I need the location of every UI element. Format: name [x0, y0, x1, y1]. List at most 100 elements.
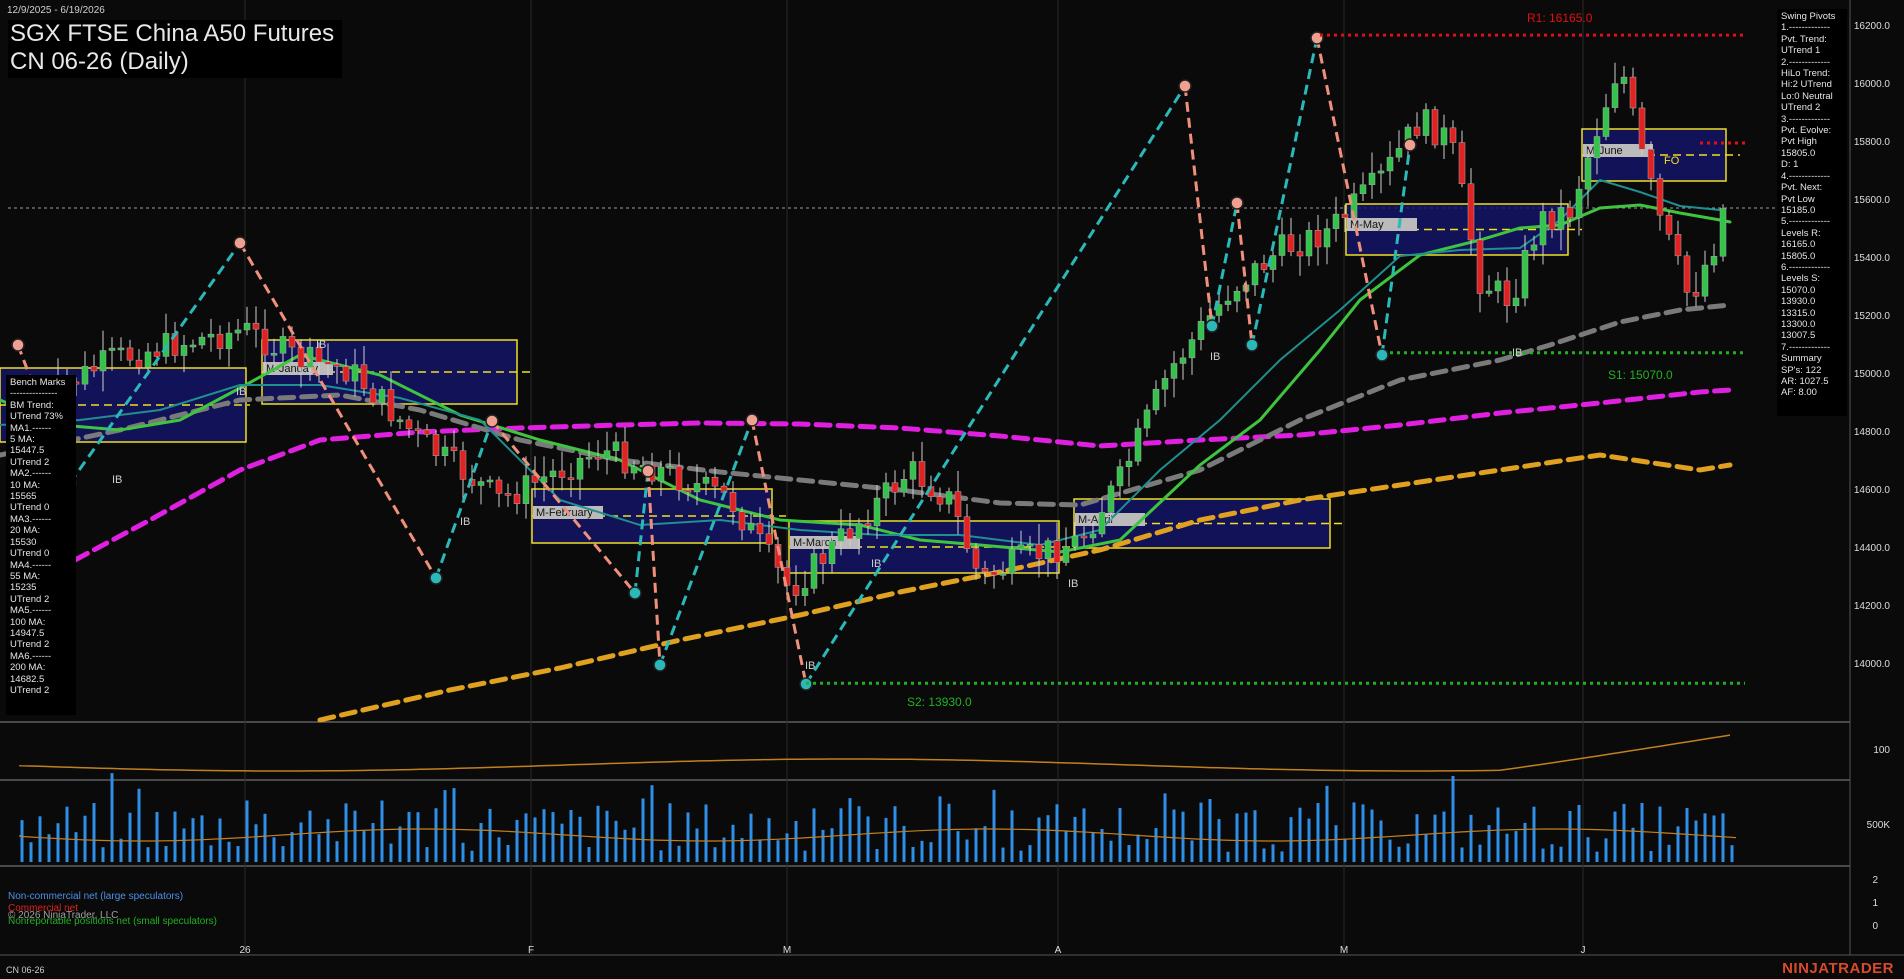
candle-body — [576, 457, 584, 480]
candle-body — [1098, 512, 1106, 535]
candle-body — [513, 493, 521, 504]
candle-body — [414, 428, 422, 431]
candle-body — [1386, 156, 1394, 172]
ib-label: IB — [1512, 347, 1522, 359]
date-range: 12/9/2025 - 6/19/2026 — [7, 5, 105, 16]
candle-body — [1368, 172, 1376, 185]
swing-pivot-line: Pvt High — [1781, 136, 1817, 148]
candle-body — [1134, 427, 1142, 462]
swing-pivot-line: Summary — [1781, 353, 1822, 365]
bench-mark-line: Bench Marks — [10, 377, 66, 388]
candle-body — [1152, 388, 1160, 411]
oscillator-line — [19, 734, 1731, 772]
bench-mark-line: UTrend 2 — [10, 593, 50, 605]
swing-leg — [68, 242, 242, 484]
swing-pivot-line: Hi:2 UTrend — [1781, 79, 1832, 91]
candle-body — [261, 328, 269, 356]
candle-body — [288, 336, 296, 348]
candle-body — [675, 466, 683, 491]
swing-leg — [238, 242, 438, 579]
candle-body — [360, 364, 368, 390]
candle-body — [1341, 213, 1349, 218]
bench-mark-line: 5 MA: — [10, 434, 35, 446]
ib-label: IB — [460, 516, 470, 528]
candle-body — [1251, 263, 1259, 286]
candle-body — [1026, 544, 1034, 547]
candle-body — [1395, 148, 1403, 158]
y-tick-label: 16000.0 — [1854, 79, 1891, 90]
candle-body — [873, 497, 881, 527]
candle-body — [891, 482, 899, 493]
candle-body — [711, 477, 719, 487]
candle-body — [1539, 211, 1547, 246]
price-chart[interactable]: 14000.0 14200.0 14400.0 14600.0 14800.0 15000… — [0, 0, 1904, 979]
candle-body — [1557, 207, 1565, 230]
bench-mark-line: 15447.5 — [10, 445, 45, 457]
x-tick-label: A — [1055, 945, 1062, 956]
candle-body — [855, 523, 863, 539]
swing-pivot-line: UTrend 2 — [1781, 102, 1821, 114]
candle-body — [1656, 178, 1664, 216]
bench-mark-line: UTrend 0 — [10, 502, 50, 514]
swing-pivot-line: 16165.0 — [1781, 239, 1816, 251]
candle-body — [1638, 107, 1646, 150]
fo-label: FO — [1664, 155, 1680, 167]
candle-body — [1143, 409, 1151, 429]
candle-body — [954, 491, 962, 517]
y-tick-label: 16200.0 — [1854, 21, 1891, 32]
candle-body — [387, 389, 395, 422]
candle-body — [729, 492, 737, 512]
bench-mark-line: 100 MA: — [10, 616, 46, 628]
candle-body — [1629, 76, 1637, 109]
candle-body — [630, 466, 638, 474]
candle-body — [1440, 127, 1448, 146]
swing-pivot-marker — [429, 571, 443, 585]
candle-body — [990, 571, 998, 576]
candle-body — [1683, 255, 1691, 293]
candle-body — [1719, 208, 1727, 257]
candle-body — [819, 553, 827, 564]
month-box-label: M-April — [1078, 514, 1113, 526]
candle-body — [1197, 321, 1205, 340]
candle-body — [153, 351, 161, 357]
swing-pivot-marker — [1178, 79, 1192, 93]
candle-body — [216, 333, 224, 349]
candle-body — [1584, 157, 1592, 190]
candle-body — [972, 548, 980, 569]
candle-body — [1674, 234, 1682, 257]
swing-pivot-line: 2.------------- — [1781, 56, 1831, 68]
x-tick-label: J — [1581, 945, 1586, 956]
swing-leg — [804, 85, 1187, 685]
candle-body — [1278, 234, 1286, 256]
bench-mark-line: MA3.------ — [10, 513, 52, 525]
candle-body — [1503, 280, 1511, 307]
ib-label: IB — [112, 474, 122, 486]
candle-body — [243, 322, 251, 331]
candle-body — [1044, 540, 1052, 560]
swing-pivot-marker — [745, 413, 759, 427]
candle-body — [1071, 535, 1079, 548]
candle-body — [1692, 292, 1700, 297]
swing-pivot-line: AF: 8.00 — [1781, 387, 1817, 399]
swing-pivot-marker — [653, 658, 667, 672]
candle-body — [504, 493, 512, 496]
candle-body — [1305, 230, 1313, 257]
candle-body — [1647, 149, 1655, 179]
swing-pivot-marker — [11, 338, 25, 352]
y-tick-label: 15400.0 — [1854, 253, 1891, 264]
s2-label: S2: 13930.0 — [907, 695, 972, 709]
candle-body — [1566, 207, 1574, 219]
candle-body — [1611, 83, 1619, 108]
bench-marks-panel: Bench Marks --------------- BM Trend: UTren… — [6, 375, 76, 715]
swing-pivot-marker — [1375, 348, 1389, 362]
candle-body — [810, 553, 818, 589]
x-tick-label: M — [783, 945, 791, 956]
candle-body — [396, 419, 404, 423]
y-tick-label: 14200.0 — [1854, 601, 1891, 612]
candle-body — [1548, 211, 1556, 230]
candle-body — [756, 522, 764, 535]
candle-body — [666, 466, 674, 469]
candle-body — [963, 516, 971, 550]
candle-body — [1314, 230, 1322, 248]
candle-body — [522, 475, 530, 504]
